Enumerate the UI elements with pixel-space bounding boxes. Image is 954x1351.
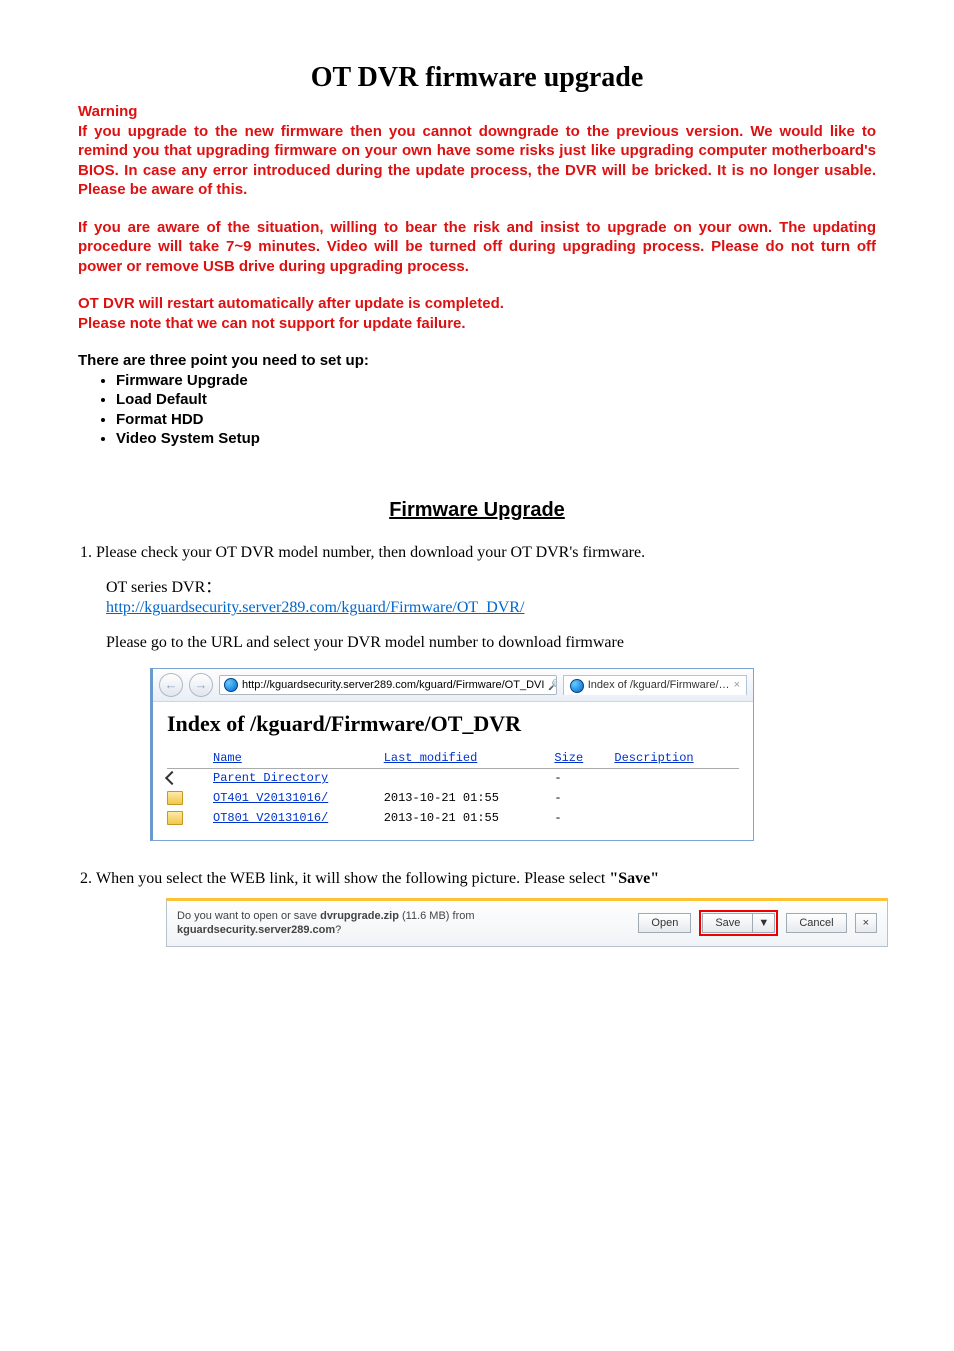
cancel-button[interactable]: Cancel [786,913,846,933]
cell-modified [384,769,555,789]
cell-modified: 2013-10-21 01:55 [384,789,555,809]
nav-forward-button[interactable]: → [189,673,213,697]
warning-paragraph-1: If you upgrade to the new firmware then … [78,122,876,200]
list-item: Load Default [116,390,876,410]
step-1: Please check your OT DVR model number, t… [96,543,876,842]
table-row: OT401 V20131016/ 2013-10-21 01:55 - [167,789,739,809]
page-title: OT DVR firmware upgrade [78,60,876,96]
step-1-text: Please check your OT DVR model number, t… [96,544,645,561]
cell-modified: 2013-10-21 01:55 [384,809,555,829]
tab-close-icon[interactable]: × [734,678,740,692]
folder-icon [167,811,183,825]
step-1-note: Please go to the URL and select your DVR… [106,633,876,654]
tab-title: Index of /kguard/Firmware/… [588,678,730,692]
col-modified[interactable]: Last modified [384,749,555,769]
col-name[interactable]: Name [213,749,384,769]
setup-heading: There are three point you need to set up… [78,351,876,371]
browser-window: ← → http://kguardsecurity.server289.com/… [150,668,754,841]
search-icon[interactable]: 🔎 [548,678,556,692]
open-button[interactable]: Open [638,913,691,933]
download-bar: Do you want to open or save dvrupgrade.z… [166,898,888,947]
warning-paragraph-3a: OT DVR will restart automatically after … [78,294,876,314]
cell-size: - [554,769,614,789]
ie-icon [570,679,584,693]
cell-size: - [554,809,614,829]
cell-desc [614,769,739,789]
setup-list: Firmware Upgrade Load Default Format HDD… [78,371,876,449]
series-label: OT series DVR： [106,579,221,596]
list-item: Video System Setup [116,429,876,449]
warning-label: Warning [78,102,876,122]
cell-desc [614,809,739,829]
firmware-url-link[interactable]: http://kguardsecurity.server289.com/kgua… [106,599,524,616]
parent-dir-icon [165,771,179,785]
directory-link[interactable]: OT401 V20131016/ [213,791,328,805]
save-dropdown-button[interactable]: ▼ [753,913,775,933]
list-item: Format HDD [116,410,876,430]
address-bar[interactable]: http://kguardsecurity.server289.com/kgua… [219,675,557,695]
close-button[interactable]: × [855,913,877,933]
cell-desc [614,789,739,809]
directory-link[interactable]: OT801 V20131016/ [213,811,328,825]
step-2: When you select the WEB link, it will sh… [96,869,876,946]
table-row: Parent Directory - [167,769,739,789]
col-size[interactable]: Size [554,749,614,769]
warning-paragraph-2: If you are aware of the situation, willi… [78,218,876,277]
warning-paragraph-3b: Please note that we can not support for … [78,314,876,334]
step-2-save-word: "Save" [609,870,659,887]
nav-back-button[interactable]: ← [159,673,183,697]
table-row: OT801 V20131016/ 2013-10-21 01:55 - [167,809,739,829]
save-highlight: Save ▼ [699,910,778,936]
step-2-text: When you select the WEB link, it will sh… [96,870,609,887]
parent-directory-link[interactable]: Parent Directory [213,771,328,785]
cell-size: - [554,789,614,809]
directory-listing: Name Last modified Size Description Pare… [167,749,739,829]
list-item: Firmware Upgrade [116,371,876,391]
col-description[interactable]: Description [614,749,739,769]
directory-heading: Index of /kguard/Firmware/OT_DVR [167,710,739,739]
download-message: Do you want to open or save dvrupgrade.z… [177,909,630,938]
save-button[interactable]: Save [702,913,753,933]
address-text: http://kguardsecurity.server289.com/kgua… [242,678,544,692]
ie-icon [224,678,238,692]
section-heading: Firmware Upgrade [78,497,876,523]
folder-icon [167,791,183,805]
browser-tab[interactable]: Index of /kguard/Firmware/… × [563,675,747,694]
